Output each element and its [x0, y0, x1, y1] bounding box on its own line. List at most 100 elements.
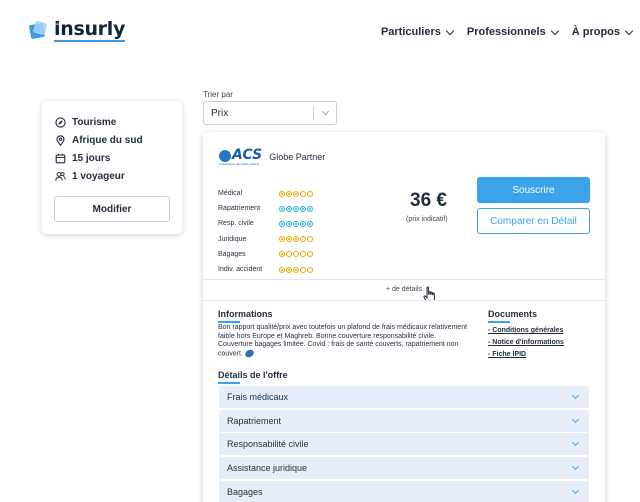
acs-logo-tagline: L'assurance des globe-trotters: [219, 162, 260, 166]
rating-label: Rapatriement: [218, 205, 261, 213]
rating-dot-filled: [279, 236, 285, 243]
doc-link-fiche-ipid[interactable]: - Fiche IPID: [488, 351, 526, 358]
rating-row: Bagages: [218, 247, 313, 262]
trip-summary-card: Tourisme Afrique du sud 15 jours 1 voyag…: [42, 101, 182, 234]
accordion-label: Bagages: [227, 487, 263, 497]
sort-value: Prix: [211, 107, 229, 119]
title-underline: [218, 321, 240, 323]
rating-dot-filled: [279, 205, 285, 212]
accordion-frais-medicaux[interactable]: Frais médicaux: [219, 386, 589, 408]
accordion-bagages[interactable]: Bagages: [219, 481, 589, 502]
rating-dot-empty: [307, 266, 313, 273]
informations-body: Bon rapport qualité/prix avec toutefois …: [218, 324, 468, 358]
rating-dot-filled: [293, 236, 299, 243]
chevron-down-icon: [571, 391, 580, 400]
rating-dot-empty: [286, 251, 292, 258]
rating-dot-empty: [307, 251, 313, 258]
nav-item-a-propos[interactable]: À propos: [572, 26, 634, 38]
accordion-responsabilite-civile[interactable]: Responsabilité civile: [219, 433, 589, 455]
trip-destination-label: Afrique du sud: [72, 134, 143, 146]
subscribe-button[interactable]: Souscrire: [477, 177, 590, 203]
nav-item-professionnels[interactable]: Professionnels: [466, 26, 559, 38]
rating-dots: [279, 220, 313, 227]
modify-button[interactable]: Modifier: [54, 196, 170, 222]
partner: ACS L'assurance des globe-trotters Globe…: [219, 147, 326, 166]
chevron-down-icon: [571, 438, 580, 447]
accordion-label: Responsabilité civile: [227, 439, 309, 449]
trip-travellers: 1 voyageur: [54, 167, 170, 185]
chevron-down-icon: [571, 486, 580, 495]
rating-dot-filled: [279, 266, 285, 273]
rating-label: Médical: [218, 190, 243, 198]
informations-title: Informations: [218, 309, 273, 319]
users-icon: [55, 171, 66, 182]
rating-dot-empty: [307, 236, 313, 243]
rating-row: Rapatriement: [218, 201, 313, 216]
compass-icon: [55, 116, 66, 128]
rating-dot-filled: [300, 220, 306, 227]
rating-dot-filled: [293, 220, 299, 227]
rating-dot-empty: [307, 190, 313, 197]
chevron-down-icon: [571, 415, 580, 424]
rating-dot-empty: [300, 236, 306, 243]
rating-dot-filled: [286, 205, 292, 212]
more-details-label: + de détails: [386, 286, 422, 293]
logo-mark-icon: [28, 20, 48, 40]
rating-row: Juridique: [218, 232, 313, 247]
brand-name: insurly: [54, 18, 126, 42]
acs-logo: ACS L'assurance des globe-trotters: [219, 147, 263, 166]
accordion-label: Assistance juridique: [227, 463, 308, 473]
offer-card: ACS L'assurance des globe-trotters Globe…: [203, 132, 605, 502]
acs-logo-text: ACS: [232, 147, 263, 163]
rating-dots: [279, 251, 313, 258]
partner-name: Globe Partner: [269, 151, 326, 162]
chevron-down-icon: [550, 26, 559, 35]
rating-dot-filled: [286, 190, 292, 197]
rating-dots: [279, 236, 313, 243]
rating-row: Indiv. accident: [218, 262, 313, 277]
more-details-link[interactable]: + de détails: [203, 286, 605, 293]
rating-label: Resp. civile: [218, 220, 254, 228]
nav-item-label: Professionnels: [466, 26, 546, 38]
insurly-logo[interactable]: insurly: [28, 18, 126, 42]
rating-dot-empty: [300, 251, 306, 258]
globe-icon: [219, 149, 231, 162]
rating-dot-empty: [300, 190, 306, 197]
trip-duration-label: 15 jours: [72, 152, 111, 164]
doc-link-conditions-generales[interactable]: - Conditions générales: [488, 327, 563, 334]
divider: [203, 279, 605, 280]
rating-dot-filled: [286, 220, 292, 227]
main-nav: Particuliers Professionnels À propos: [381, 26, 634, 38]
sort-label: Trier par: [203, 90, 233, 99]
title-underline: [218, 382, 240, 384]
accordion-assistance-juridique[interactable]: Assistance juridique: [219, 457, 589, 479]
accordion-rapatriement[interactable]: Rapatriement: [219, 410, 589, 432]
rating-dot-filled: [279, 220, 285, 227]
accordion-label: Rapatriement: [227, 416, 282, 426]
rating-dot-filled: [300, 205, 306, 212]
compare-button[interactable]: Comparer en Détail: [477, 208, 590, 234]
trip-type-label: Tourisme: [72, 116, 117, 128]
sort-select[interactable]: Prix: [203, 101, 337, 125]
rating-label: Bagages: [218, 250, 246, 258]
rating-dot-filled: [279, 190, 285, 197]
nav-item-particuliers[interactable]: Particuliers: [381, 26, 455, 38]
trip-type: Tourisme: [54, 113, 170, 131]
rating-row: Médical: [218, 186, 313, 201]
calendar-icon: [55, 153, 66, 164]
rating-dot-filled: [293, 205, 299, 212]
rating-dots: [279, 205, 313, 212]
rating-label: Indiv. accident: [218, 266, 263, 274]
rating-dot-empty: [293, 251, 299, 258]
coverage-ratings: Médical Rapatriement Resp. civile Juridique…: [218, 186, 313, 277]
rating-dots: [279, 266, 313, 273]
doc-link-notice-informations[interactable]: - Notice d'informations: [488, 339, 564, 346]
trip-duration: 15 jours: [54, 149, 170, 167]
offer-details-title: Détails de l'offre: [218, 370, 288, 380]
rating-dot-filled: [293, 190, 299, 197]
accordion-label: Frais médicaux: [227, 392, 289, 402]
rating-dot-empty: [300, 266, 306, 273]
documents-title: Documents: [488, 309, 538, 319]
title-underline: [488, 321, 510, 323]
rating-dot-filled: [279, 251, 285, 258]
